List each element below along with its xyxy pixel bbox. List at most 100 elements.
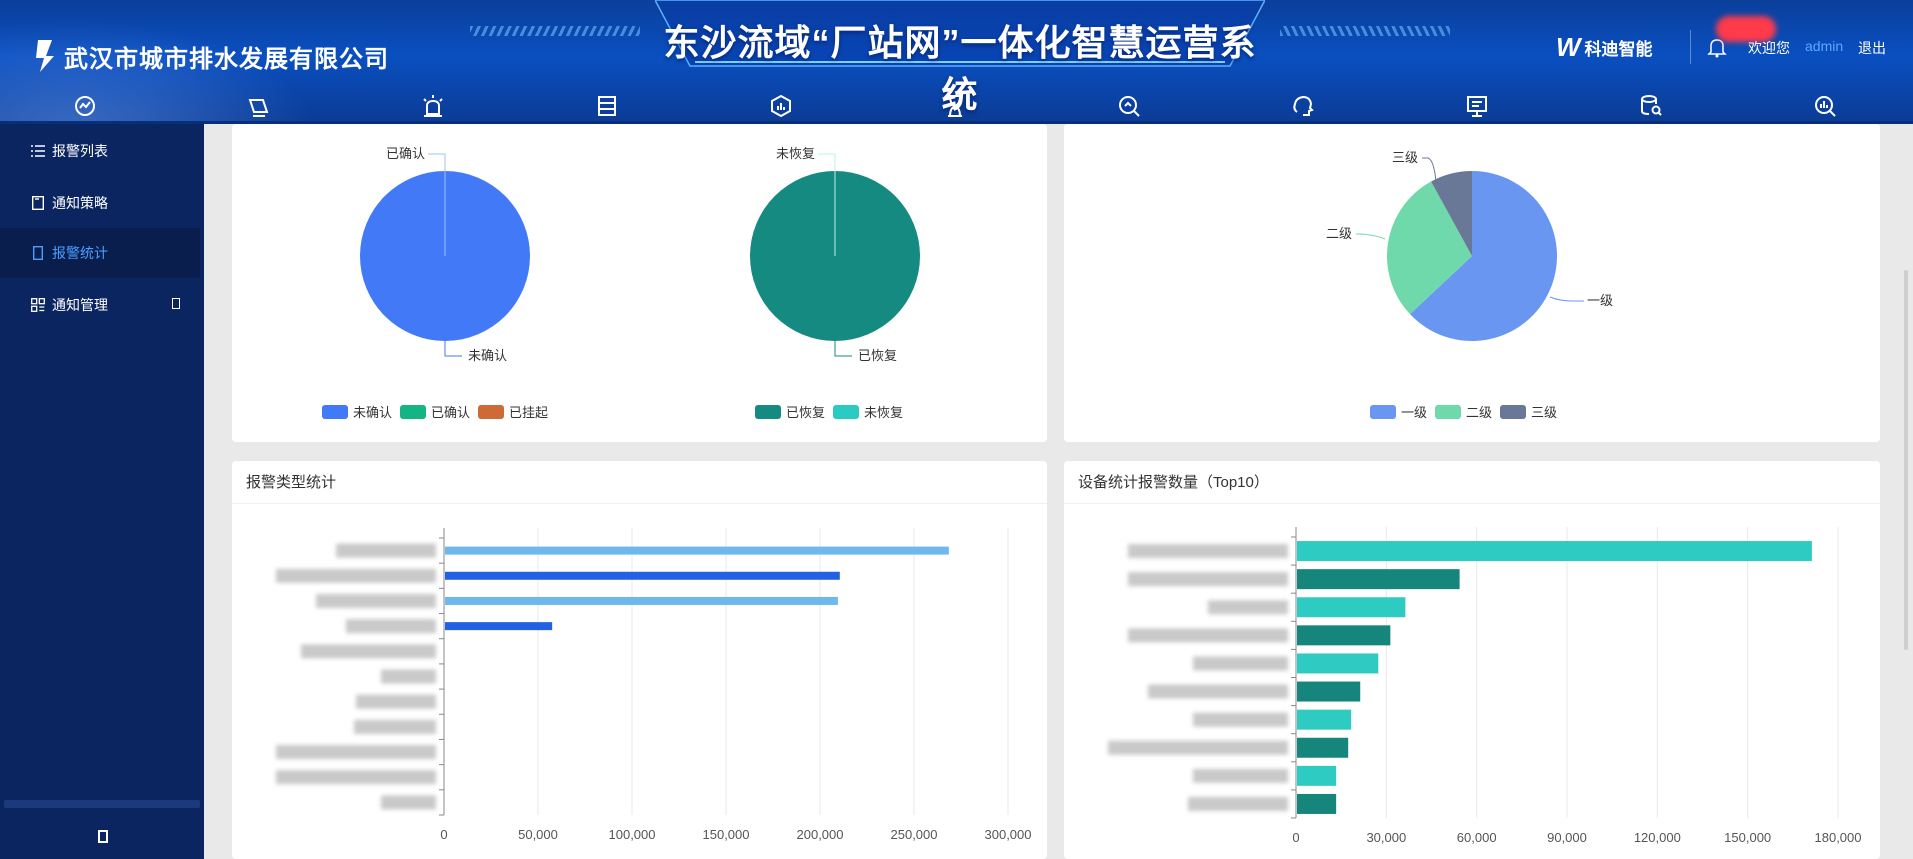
bar[interactable]: [445, 622, 553, 631]
pie-label-recovered: 已恢复: [858, 348, 897, 363]
legend-item[interactable]: 一级: [1370, 402, 1427, 421]
legend-item[interactable]: 已确认: [400, 402, 470, 421]
sidebar-item-label: 通知策略: [52, 195, 108, 211]
alarm-status-panel: 已确认 未确认 未恢复 已恢复 未确认 已确认 已挂起 已恢复 未恢复: [232, 124, 1047, 442]
panel-title: 报警类型统计: [246, 474, 337, 491]
y-category-label: [1188, 796, 1288, 811]
collapse-sidebar-icon[interactable]: [98, 830, 108, 843]
bar[interactable]: [1297, 597, 1406, 618]
pie-label-unrecovered: 未恢复: [776, 146, 815, 161]
pie-label-confirmed: 已确认: [386, 146, 425, 161]
confirm-status-legend: 未确认 已确认 已挂起: [322, 402, 548, 421]
org-name: 武汉市城市排水发展有限公司: [64, 46, 389, 73]
chart-box-icon[interactable]: [767, 92, 795, 120]
bar[interactable]: [1297, 653, 1379, 674]
database-search-icon[interactable]: [1637, 92, 1665, 120]
monitor-icon[interactable]: [245, 92, 273, 120]
brain-icon[interactable]: [1289, 92, 1317, 120]
hourglass-icon[interactable]: [941, 92, 969, 120]
legend-swatch: [1500, 404, 1527, 419]
sidebar-item-label: 报警列表: [52, 143, 108, 159]
device-top10-panel: 设备统计报警数量（Top10） 0 30,000 60,000 90,000 120,0…: [1064, 461, 1880, 859]
x-tick-label: 90,000: [1547, 830, 1587, 845]
brand-mark: W: [1556, 32, 1581, 62]
page-scrollbar[interactable]: [1904, 270, 1908, 650]
legend-label: 已挂起: [509, 405, 549, 420]
x-tick-label: 0: [440, 827, 447, 842]
stats-icon: [30, 245, 46, 261]
alarm-level-pie: [1387, 171, 1557, 341]
x-tick-label: 50,000: [518, 827, 558, 842]
vendor-brand: W 科迪智能: [1556, 32, 1653, 63]
legend-item[interactable]: 三级: [1500, 402, 1557, 421]
x-tick-label: 200,000: [797, 827, 844, 842]
bar[interactable]: [445, 571, 840, 580]
analytics-search-icon[interactable]: [1811, 92, 1839, 120]
sidebar-item-label: 报警统计: [52, 245, 108, 261]
search-tool-icon[interactable]: [1115, 92, 1143, 120]
sidebar-scrollbar[interactable]: [4, 800, 200, 808]
legend-swatch: [400, 404, 427, 419]
bar[interactable]: [445, 596, 838, 605]
pie-label-level1: 一级: [1587, 293, 1613, 308]
label-leader-line: [1549, 296, 1584, 302]
legend-item[interactable]: 未恢复: [833, 402, 903, 421]
y-category-label: [354, 719, 436, 734]
legend-label: 已确认: [431, 405, 471, 420]
logout-button[interactable]: 退出: [1858, 38, 1886, 58]
legend-swatch: [755, 404, 781, 419]
y-category-label: [346, 619, 436, 634]
app-header: 武汉市城市排水发展有限公司 东沙流域“厂站网”一体化智慧运营系统 W 科迪智能 …: [0, 0, 1913, 124]
sidebar: 报警列表 通知策略 报警统计 通知管理: [0, 124, 204, 859]
sidebar-item-notify-strategy[interactable]: 通知策略: [0, 178, 200, 228]
bar[interactable]: [445, 546, 949, 555]
bar[interactable]: [1297, 765, 1337, 786]
server-icon[interactable]: [593, 92, 621, 120]
bar[interactable]: [1297, 569, 1460, 590]
x-tick-label: 100,000: [609, 827, 656, 842]
bar[interactable]: [1297, 709, 1352, 730]
y-category-label: [1128, 572, 1288, 587]
alarm-type-bar-chart: 0 50,000 100,000 150,000 200,000 250,000 300,0…: [276, 528, 1032, 842]
x-tick-label: 150,000: [1724, 830, 1771, 845]
bar[interactable]: [1297, 625, 1391, 646]
list-icon: [30, 143, 46, 159]
company-logo-icon: [32, 38, 58, 74]
legend-item[interactable]: 二级: [1435, 402, 1492, 421]
bar[interactable]: [1297, 541, 1812, 562]
alarm-light-icon[interactable]: [419, 92, 447, 120]
legend-swatch: [322, 404, 348, 419]
legend-item[interactable]: 已挂起: [478, 402, 548, 421]
device-top10-bar-chart: 0 30,000 60,000 90,000 120,000 150,000 180,000: [1108, 527, 1862, 845]
sidebar-item-alarm-list[interactable]: 报警列表: [0, 126, 200, 176]
alarm-level-legend: 一级 二级 三级: [1370, 402, 1557, 421]
legend-label: 已恢复: [786, 405, 826, 420]
title-decoration-right: [1280, 26, 1450, 36]
bar[interactable]: [1297, 737, 1349, 758]
org-logo: 武汉市城市排水发展有限公司: [32, 38, 389, 74]
x-tick-label: 60,000: [1457, 830, 1497, 845]
legend-item[interactable]: 未确认: [322, 402, 392, 421]
dashboard-icon[interactable]: [71, 92, 99, 120]
username[interactable]: admin: [1805, 38, 1843, 54]
screen-icon[interactable]: [1463, 92, 1491, 120]
welcome-text: 欢迎您: [1748, 40, 1790, 56]
sidebar-item-notify-manage[interactable]: 通知管理: [0, 280, 200, 330]
legend-item[interactable]: 已恢复: [755, 402, 825, 421]
label-leader-line: [1356, 233, 1386, 240]
legend-label: 三级: [1531, 405, 1558, 420]
legend-label: 未确认: [353, 405, 393, 420]
pie-label-level2: 二级: [1326, 226, 1352, 241]
panel-divider: [1064, 503, 1880, 504]
title-decoration-left: [470, 26, 640, 36]
sidebar-item-alarm-stats[interactable]: 报警统计: [0, 228, 200, 278]
y-category-label: [1193, 656, 1288, 671]
y-category-label: [1208, 600, 1288, 615]
expand-icon[interactable]: [172, 298, 180, 309]
y-category-label: [316, 593, 436, 608]
x-tick-label: 250,000: [891, 827, 938, 842]
bar[interactable]: [1297, 681, 1361, 702]
x-tick-label: 300,000: [985, 827, 1032, 842]
bar[interactable]: [1297, 793, 1337, 814]
brand-name: 科迪智能: [1584, 40, 1653, 59]
